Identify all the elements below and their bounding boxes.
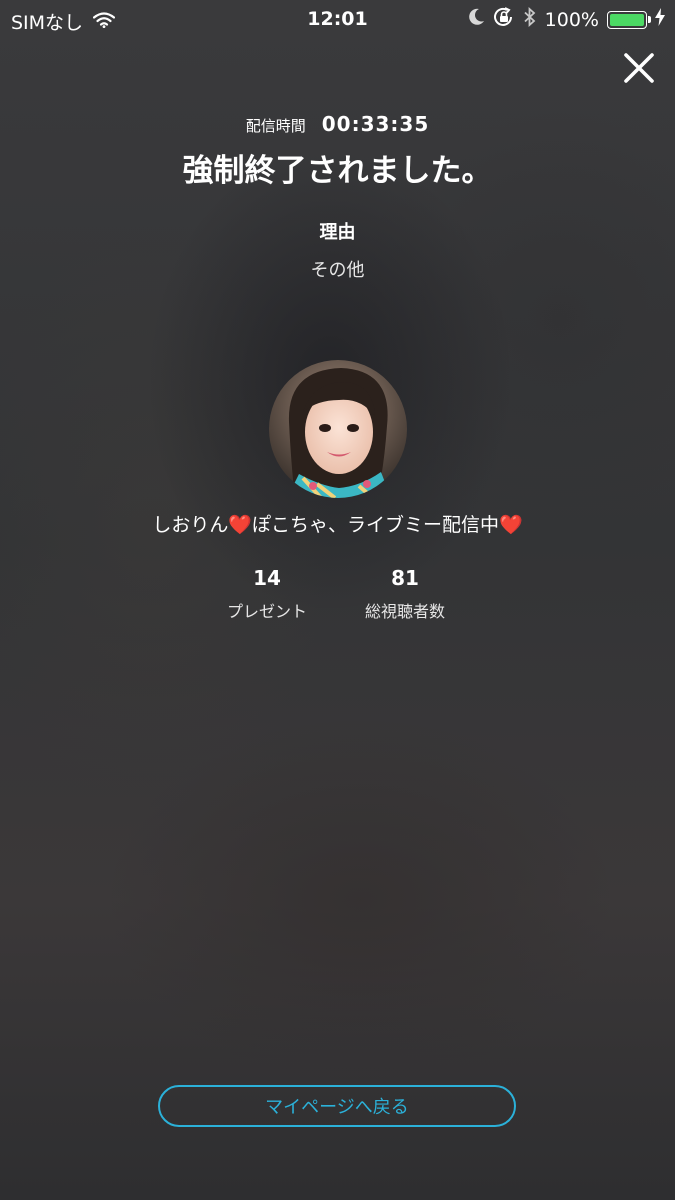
viewers-label: 総視聴者数 [364,602,445,621]
close-button[interactable] [618,47,660,89]
reason-label: 理由 [319,222,356,243]
stat-viewers: 81 総視聴者数 [325,566,485,622]
avatar [269,360,407,498]
status-bar: SIMなし 12:01 100% [0,0,675,40]
bluetooth-icon [523,6,537,32]
battery-cap [648,15,651,23]
broadcast-title: しおりん❤️ぽこちゃ、ライブミー配信中❤️ [152,514,523,536]
duration-label: 配信時間 [245,117,306,135]
battery-fill [610,13,644,26]
close-icon [624,53,654,83]
broadcast-duration: 配信時間 00:33:35 [0,112,675,136]
stat-presents: 14 プレゼント [187,566,347,622]
presents-label: プレゼント [226,602,307,621]
status-right: 100% [468,6,665,32]
presents-count: 14 [253,566,281,590]
rotation-lock-icon [493,7,515,32]
battery-percent: 100% [544,8,599,31]
page-title: 強制終了されました。 [182,153,493,189]
back-to-mypage-button[interactable]: マイページへ戻る [158,1085,516,1127]
duration-value: 00:33:35 [321,112,430,136]
charging-icon [655,8,665,31]
reason-value: その他 [310,260,365,281]
moon-icon [468,8,485,31]
battery-icon [607,10,651,29]
viewers-count: 81 [391,566,419,590]
